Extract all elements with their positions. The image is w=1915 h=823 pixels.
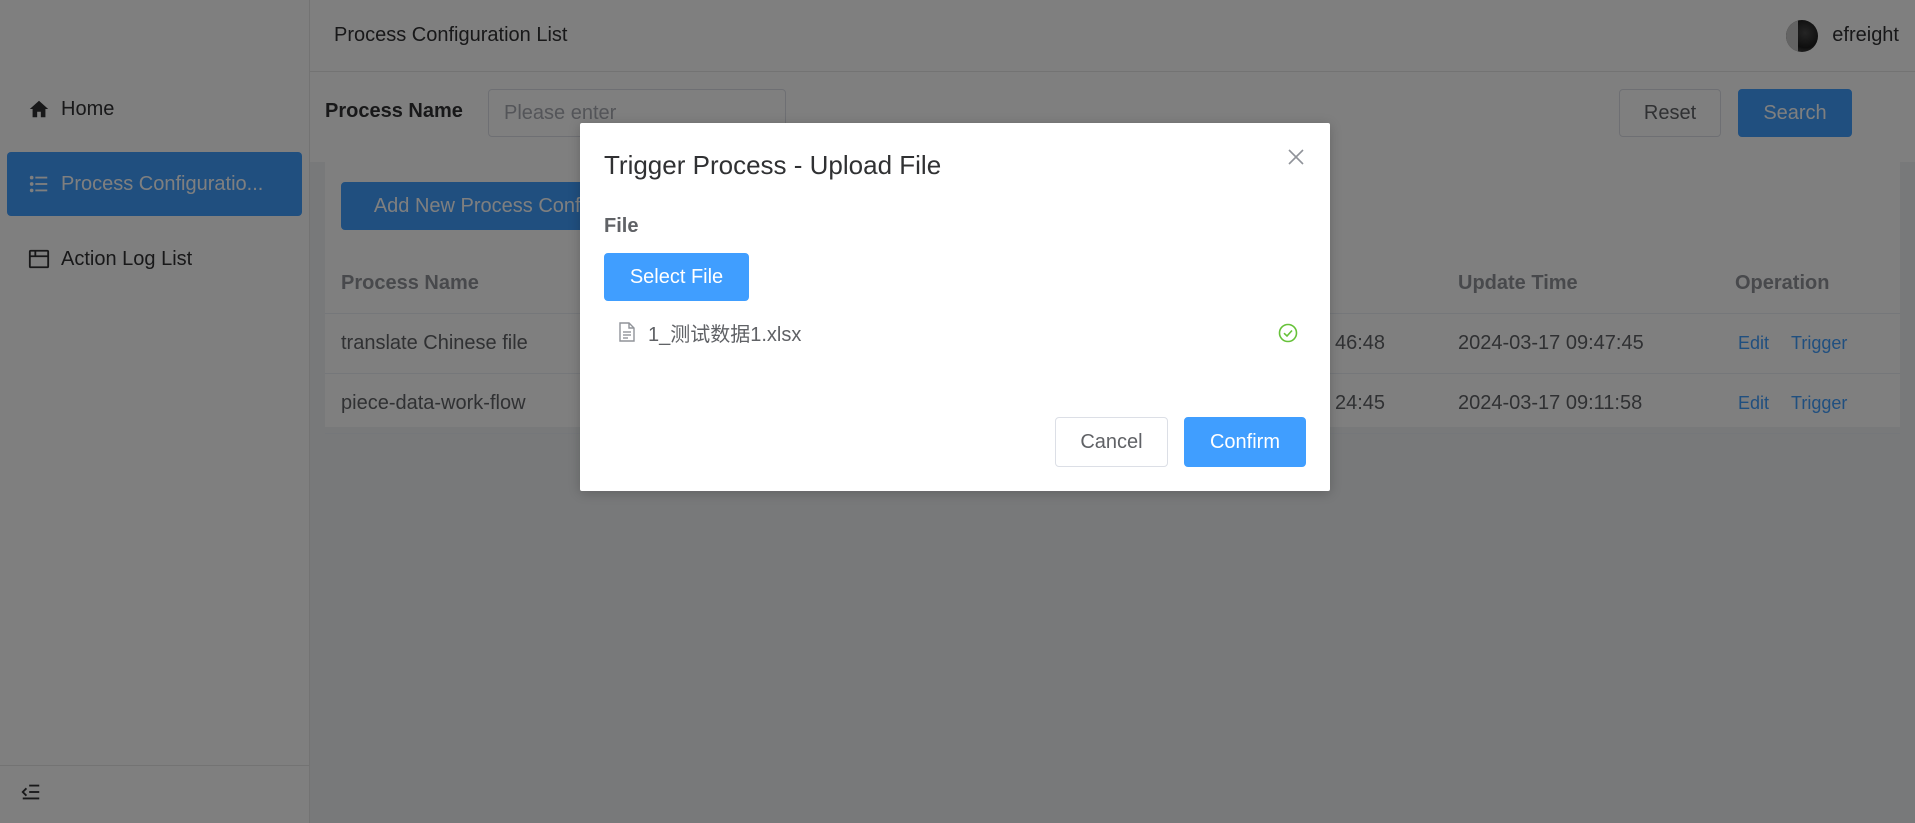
document-icon xyxy=(618,322,636,342)
check-circle-icon xyxy=(1278,323,1298,343)
uploaded-file-item[interactable]: 1_测试数据1.xlsx xyxy=(604,317,1306,347)
file-label: File xyxy=(604,215,639,237)
dialog-title: Trigger Process - Upload File xyxy=(604,150,942,180)
confirm-button[interactable]: Confirm xyxy=(1184,417,1306,467)
file-name: 1_测试数据1.xlsx xyxy=(648,323,802,346)
upload-file-dialog: Trigger Process - Upload File File Selec… xyxy=(580,123,1330,491)
cancel-button[interactable]: Cancel xyxy=(1055,417,1168,467)
close-icon[interactable] xyxy=(1284,145,1308,169)
select-file-button[interactable]: Select File xyxy=(604,253,749,301)
